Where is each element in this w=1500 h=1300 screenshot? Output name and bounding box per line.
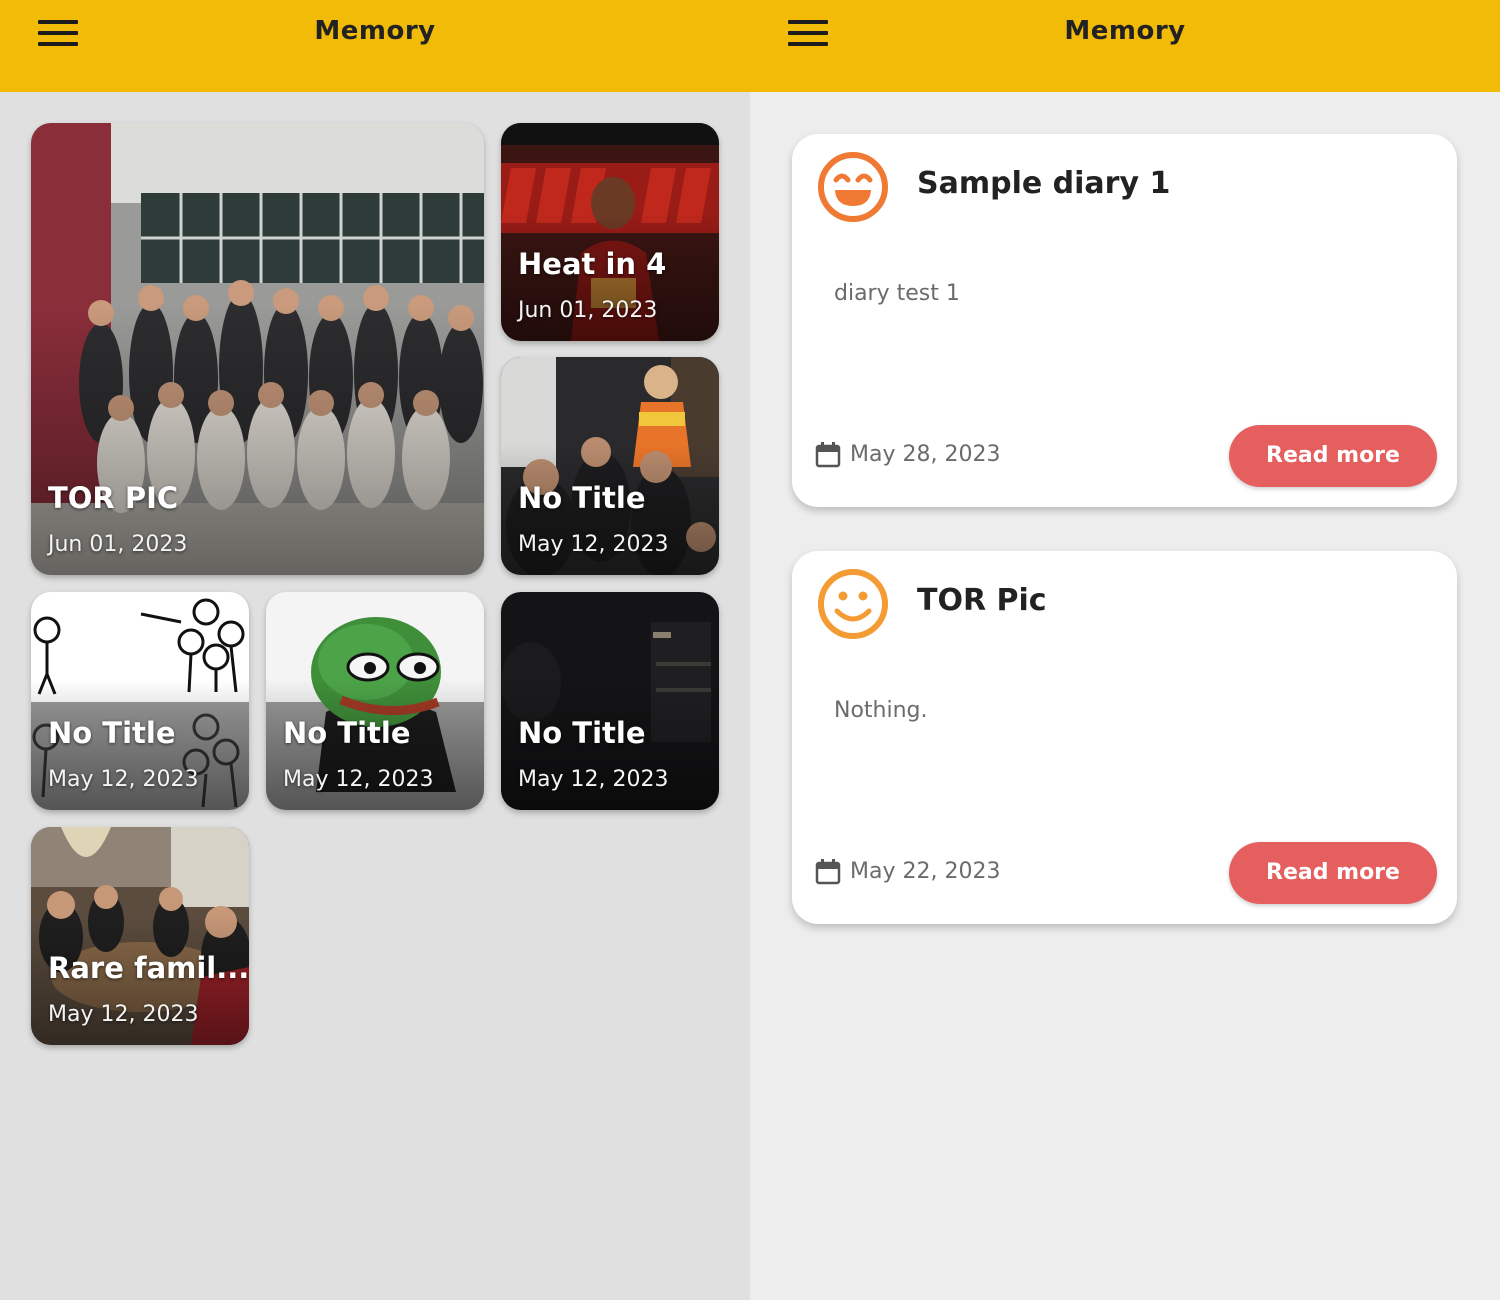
memory-date: May 12, 2023 (283, 767, 434, 792)
memory-tile[interactable]: No Title May 12, 2023 (266, 592, 484, 810)
memory-tile[interactable]: No Title May 12, 2023 (31, 592, 249, 810)
memory-tile[interactable]: No Title May 12, 2023 (501, 592, 719, 810)
app-title: Memory (1064, 16, 1186, 46)
memory-date: Jun 01, 2023 (48, 532, 188, 557)
app-bar: Memory (750, 0, 1500, 92)
diary-title: TOR Pic (917, 583, 1047, 618)
memory-date: May 12, 2023 (518, 532, 669, 557)
memory-tile[interactable]: Rare famil... May 12, 2023 (31, 827, 249, 1045)
laughing-face-icon (818, 152, 888, 222)
app-bar: Memory (0, 0, 750, 92)
memory-title: No Title (518, 716, 646, 750)
diary-date: May 22, 2023 (850, 859, 1001, 884)
diary-list-screen: Memory Sample diary 1 diary test 1 May 2… (750, 0, 1500, 1300)
calendar-icon (815, 442, 841, 468)
diary-title: Sample diary 1 (917, 166, 1171, 201)
memory-tile[interactable]: No Title May 12, 2023 (501, 357, 719, 575)
memory-date: May 12, 2023 (48, 767, 199, 792)
memory-title: No Title (283, 716, 411, 750)
read-more-button[interactable]: Read more (1229, 842, 1437, 904)
read-more-button[interactable]: Read more (1229, 425, 1437, 487)
diary-card[interactable]: TOR Pic Nothing. May 22, 2023 Read more (792, 551, 1457, 924)
memory-tile[interactable]: TOR PIC Jun 01, 2023 (31, 123, 484, 575)
diary-date: May 28, 2023 (850, 442, 1001, 467)
memory-title: Heat in 4 (518, 247, 667, 281)
diary-card[interactable]: Sample diary 1 diary test 1 May 28, 2023… (792, 134, 1457, 507)
diary-body: diary test 1 (834, 281, 960, 306)
memory-title: No Title (518, 481, 646, 515)
memory-title: TOR PIC (48, 481, 179, 515)
memory-date: May 12, 2023 (518, 767, 669, 792)
memory-title: Rare famil... (48, 951, 249, 985)
diary-body: Nothing. (834, 698, 928, 723)
smiling-face-icon (818, 569, 888, 639)
memory-tile[interactable]: Heat in 4 Jun 01, 2023 (501, 123, 719, 341)
memory-date: May 12, 2023 (48, 1002, 199, 1027)
memory-grid-screen: Memory TOR PIC Jun 01, 2023 Heat in 4 Ju… (0, 0, 750, 1300)
memory-title: No Title (48, 716, 176, 750)
app-title: Memory (314, 16, 436, 46)
memory-date: Jun 01, 2023 (518, 298, 658, 323)
calendar-icon (815, 859, 841, 885)
